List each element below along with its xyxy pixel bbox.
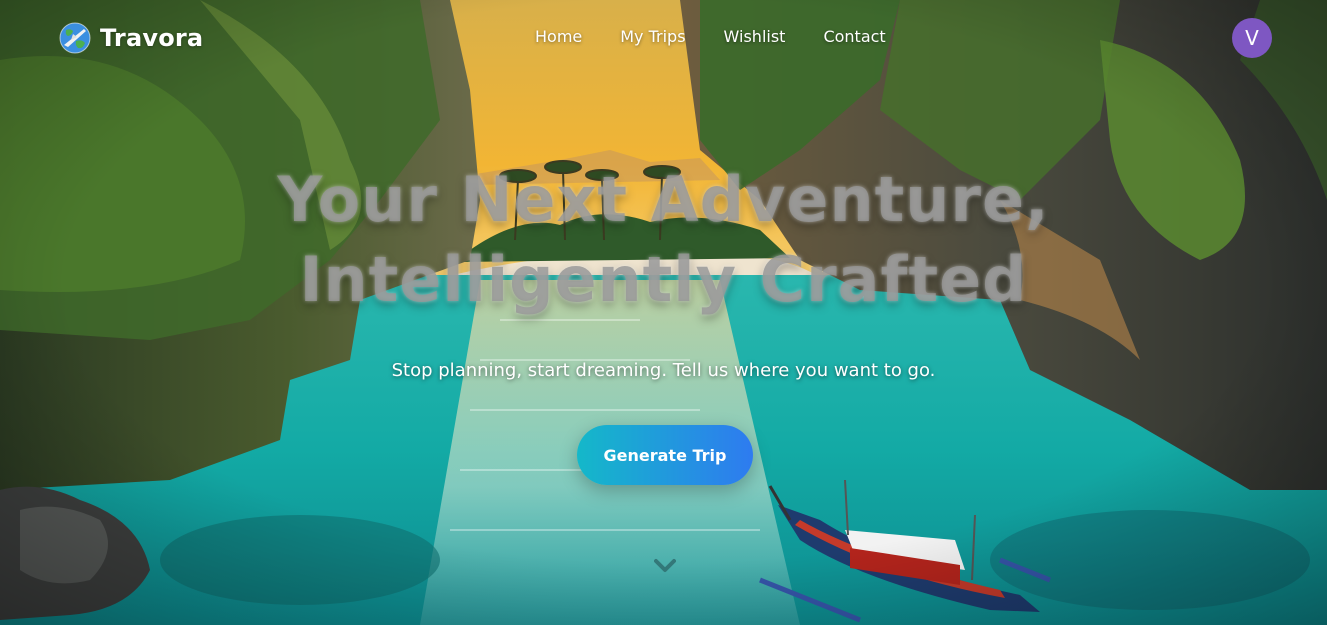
generate-trip-button[interactable]: Generate Trip [577,425,753,485]
hero-title: Your Next Adventure, Intelligently Craft… [277,163,1050,316]
brand-logo[interactable]: Travora [58,20,203,56]
nav-link-wishlist[interactable]: Wishlist [724,27,786,46]
nav-link-contact[interactable]: Contact [823,27,885,46]
user-avatar[interactable]: V [1232,18,1272,58]
nav-link-my-trips[interactable]: My Trips [620,27,685,46]
hero-subtitle: Stop planning, start dreaming. Tell us w… [391,360,936,381]
top-navbar: Travora Home My Trips Wishlist Contact V [0,0,1327,78]
globe-airplane-icon [59,22,91,54]
landing-page: Travora Home My Trips Wishlist Contact V… [0,0,1327,625]
nav-link-home[interactable]: Home [535,27,582,46]
chevron-down-icon[interactable] [654,558,676,574]
brand-name: Travora [100,24,204,52]
main-nav: Home My Trips Wishlist Contact [535,27,924,46]
